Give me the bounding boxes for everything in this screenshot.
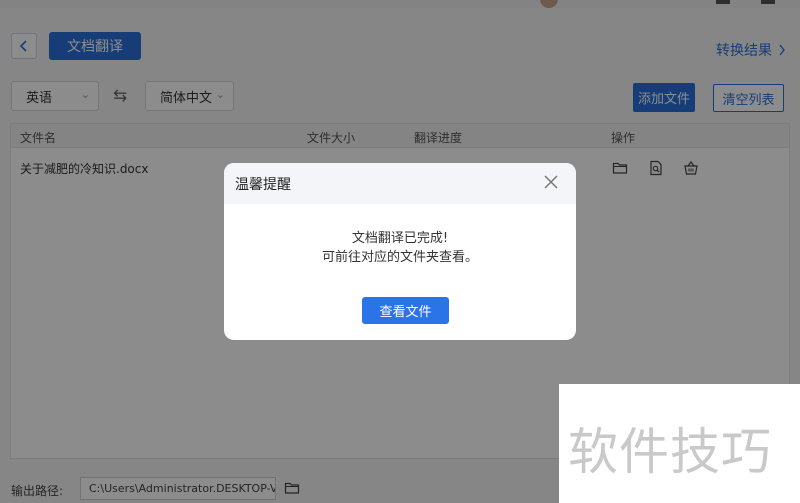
dialog-title: 温馨提醒 bbox=[235, 176, 291, 193]
dialog-message-line2: 可前往对应的文件夹查看。 bbox=[321, 250, 478, 265]
close-icon[interactable] bbox=[542, 173, 560, 191]
watermark: 软件技巧 bbox=[559, 384, 800, 503]
watermark-text: 软件技巧 bbox=[568, 423, 772, 481]
view-file-button[interactable]: 查看文件 bbox=[362, 297, 449, 324]
dialog-message: 文档翻译已完成! 可前往对应的文件夹查看。 bbox=[224, 229, 576, 267]
dialog-header: 温馨提醒 bbox=[224, 163, 576, 204]
reminder-dialog: 温馨提醒 文档翻译已完成! 可前往对应的文件夹查看。 查看文件 bbox=[224, 163, 576, 340]
dialog-message-line1: 文档翻译已完成! bbox=[351, 231, 449, 246]
